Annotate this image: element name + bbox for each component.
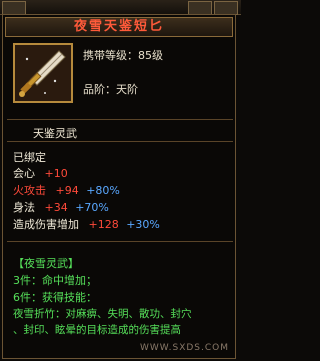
stat-label: 火攻击 — [13, 184, 46, 197]
stat-line: 会心 +10 — [13, 165, 68, 181]
slot-icon[interactable] — [214, 1, 238, 15]
stat-base: +128 — [88, 218, 119, 231]
stat-line: 火攻击 +94 +80% — [13, 182, 120, 198]
stat-base: +94 — [55, 184, 79, 197]
stat-line: 造成伤害增加 +128 +30% — [13, 216, 160, 232]
stat-label: 身法 — [13, 201, 35, 214]
divider — [7, 241, 233, 242]
stat-label: 会心 — [13, 167, 35, 180]
set-piece-3: 3件：命中增加； — [13, 274, 97, 287]
item-tooltip: 夜雪天鉴短匕 携带等级：85级 品阶：天阶 天鉴灵武 已绑定 会心 +10 火攻… — [2, 14, 236, 359]
stat-base: +34 — [44, 201, 68, 214]
set-piece-6: 6件：获得技能： — [13, 291, 97, 304]
stat-percent: +80% — [86, 184, 120, 197]
set-skill-line-2: 、封印、眩晕的目标造成的伤害提高 — [13, 324, 181, 336]
stat-line: 身法 +34 +70% — [13, 199, 109, 215]
item-tier: 品阶：天阶 — [83, 83, 138, 96]
divider — [7, 141, 233, 142]
stat-percent: +30% — [126, 218, 160, 231]
item-name: 夜雪天鉴短匕 — [73, 19, 164, 34]
divider — [7, 119, 233, 120]
watermark: WWW.SXDS.COM — [139, 343, 229, 353]
top-slot-strip — [0, 0, 241, 15]
stat-percent: +70% — [75, 201, 109, 214]
set-skill-line-1: 夜雪折竹：对麻痹、失明、散功、封穴 — [13, 308, 192, 320]
slot-icon[interactable] — [188, 1, 212, 15]
carry-level: 携带等级：85级 — [83, 49, 163, 62]
slot-icon[interactable] — [2, 1, 26, 15]
set-bonus-section: 【夜雪灵武】 3件：命中增加； 6件：获得技能： 夜雪折竹：对麻痹、失明、散功、… — [9, 255, 233, 355]
item-title-bar: 夜雪天鉴短匕 — [5, 17, 233, 37]
stat-label: 造成伤害增加 — [13, 218, 79, 231]
dagger-icon — [13, 43, 73, 103]
weapon-type: 天鉴灵武 — [33, 127, 77, 140]
set-title: 【夜雪灵武】 — [13, 257, 79, 270]
stat-base: +10 — [44, 167, 68, 180]
bound-status: 已绑定 — [13, 151, 46, 164]
